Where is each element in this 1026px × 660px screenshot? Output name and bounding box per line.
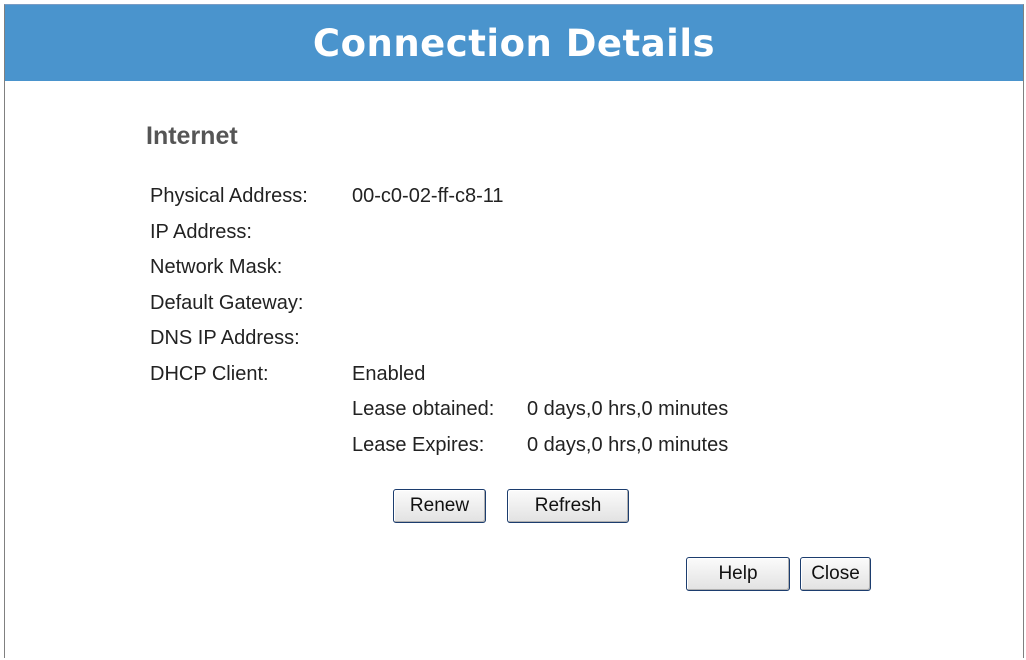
section-title-internet: Internet (146, 122, 238, 150)
lease-expires-label: Lease Expires: (352, 434, 485, 456)
dhcp-client-value: Enabled (352, 363, 426, 385)
default-gateway-label: Default Gateway: (150, 292, 304, 314)
network-mask-label: Network Mask: (150, 256, 283, 278)
renew-button[interactable]: Renew (393, 489, 486, 523)
physical-address-value: 00-c0-02-ff-c8-11 (352, 185, 504, 207)
help-button[interactable]: Help (686, 557, 790, 591)
page-title: Connection Details (312, 21, 716, 65)
ip-address-label: IP Address: (150, 221, 252, 243)
close-button[interactable]: Close (800, 557, 871, 591)
refresh-button[interactable]: Refresh (507, 489, 629, 523)
lease-obtained-label: Lease obtained: (352, 398, 495, 420)
dns-ip-address-label: DNS IP Address: (150, 327, 300, 349)
physical-address-label: Physical Address: (150, 185, 308, 207)
lease-obtained-value: 0 days,0 hrs,0 minutes (527, 398, 729, 420)
lease-expires-value: 0 days,0 hrs,0 minutes (527, 434, 729, 456)
dhcp-client-label: DHCP Client: (150, 363, 269, 385)
header-bar: Connection Details (5, 5, 1023, 81)
